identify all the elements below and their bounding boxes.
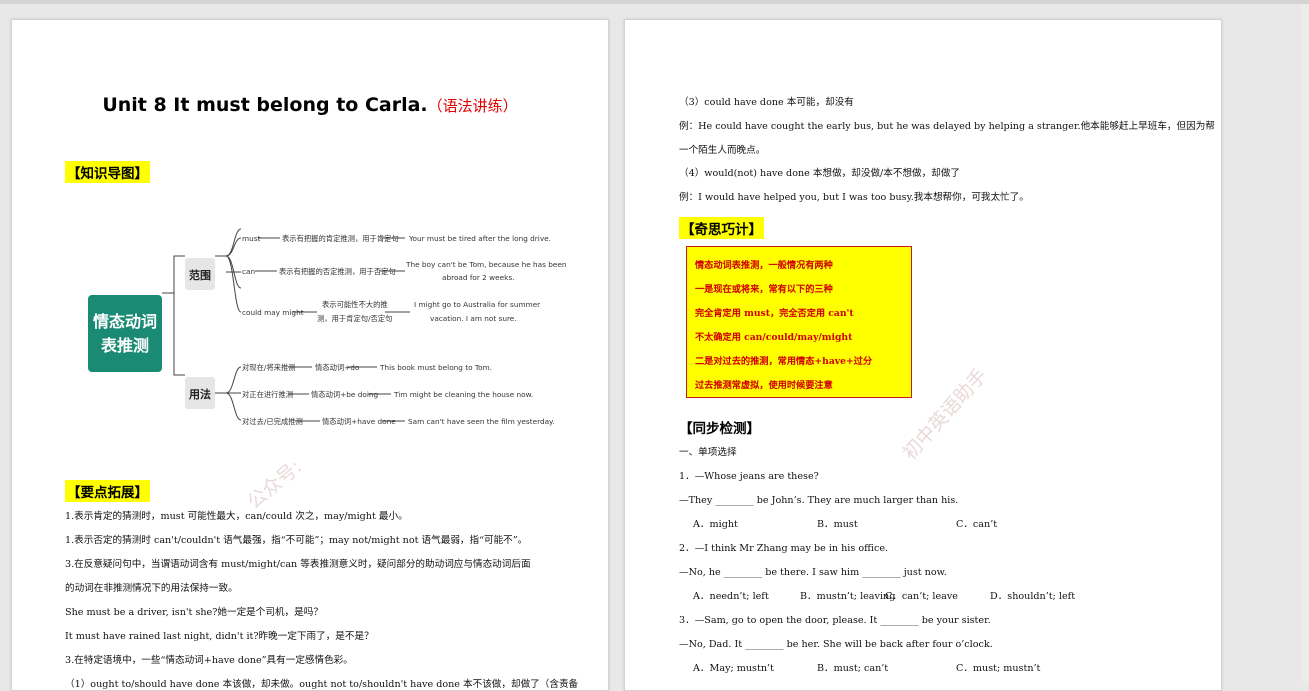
document-page-1: Unit 8 It must belong to Carla.（语法讲练） 【知…: [11, 19, 609, 691]
text-line-3: 一个陌生人而晚点。: [679, 145, 766, 156]
tip-line-3: 完全肯定用 must，完全否定用 can't: [695, 308, 854, 319]
mm-could-example-2: vacation. I am not sure.: [430, 314, 517, 323]
mm-could-example-1: I might go to Australia for summer: [414, 300, 540, 309]
q1-line: —They ________ be John’s. They are much …: [679, 495, 959, 506]
mm-could-desc-1: 表示可能性不大的推: [322, 300, 388, 309]
q1-stem: 1．—Whose jeans are these?: [679, 471, 819, 482]
mm-can-label: can: [242, 267, 255, 276]
mm-can-example-2: abroad for 2 weeks.: [442, 273, 514, 282]
mm-usage1-form: 情态动词+do: [315, 363, 360, 372]
q2-option-d[interactable]: D．shouldn’t; left: [990, 591, 1075, 603]
mm-must-desc: 表示有把握的肯定推测，用于肯定句: [282, 234, 399, 243]
point-line-4: 的动词在非推测情况下的用法保持一致。: [65, 583, 238, 594]
q1-option-c[interactable]: C．can’t: [956, 519, 997, 531]
mm-can-example-1: The boy can't be Tom, because he has bee…: [405, 260, 567, 269]
mm-must-label: must: [242, 234, 261, 243]
tip-line-6: 过去推测常虚拟，使用时候要注意: [695, 380, 833, 391]
mm-usage3-form: 情态动词+have done: [322, 417, 396, 426]
mm-usage1-example: This book must belong to Tom.: [379, 363, 492, 372]
branch-usage-label: 用法: [189, 387, 211, 401]
q1-option-a[interactable]: A．might: [693, 519, 738, 531]
q3-option-a[interactable]: A．May; mustn’t: [693, 663, 774, 675]
mm-must-example: Your must be tired after the long drive.: [408, 234, 551, 243]
q3-stem: 3．—Sam, go to open the door, please. It …: [679, 615, 991, 626]
mm-usage2-example: Tim might be cleaning the house now.: [393, 390, 533, 399]
section-heading-test: 【同步检测】: [679, 421, 760, 437]
window-top-bar: [0, 0, 1309, 4]
point-line-1: 1.表示肯定的猜测时，must 可能性最大，can/could 次之，may/m…: [65, 511, 408, 522]
point-line-2: 1.表示否定的猜测时 can't/couldn't 语气最强，指“不可能”；ma…: [65, 535, 528, 546]
text-line-1: （3）could have done 本可能，却没有: [679, 97, 854, 108]
point-line-8: （1）ought to/should have done 本该做，却未做。oug…: [65, 679, 579, 690]
text-line-2: 例：He could have cought the early bus, bu…: [679, 121, 1215, 132]
tip-line-4: 不太确定用 can/could/may/might: [695, 332, 853, 343]
tip-line-5: 二是对过去的推测，常用情态+have+过分: [695, 356, 873, 367]
part-one-heading: 一、单项选择: [679, 447, 737, 458]
vertical-scrollbar[interactable]: [1301, 4, 1309, 682]
watermark-text-1: 公众号:: [243, 455, 307, 514]
point-line-7: 3.在特定语境中，一些“情态动词+have done”具有一定感情色彩。: [65, 655, 353, 666]
mm-could-desc-2: 测，用于肯定句/否定句: [317, 314, 392, 323]
point-line-3: 3.在反意疑问句中，当谓语动词含有 must/might/can 等表推测意义时…: [65, 559, 531, 570]
mm-usage3-label: 对过去/已完成推测: [242, 417, 303, 426]
q2-stem: 2．—I think Mr Zhang may be in his office…: [679, 543, 889, 554]
document-page-2: （3）could have done 本可能，却没有 例：He could ha…: [624, 19, 1222, 691]
mindmap-center-node: [88, 295, 162, 372]
branch-scope-label: 范围: [189, 268, 211, 282]
mm-usage2-form: 情态动词+be doing: [311, 390, 378, 399]
tip-line-2: 一是现在或将来，常有以下的三种: [695, 284, 833, 295]
q2-option-c[interactable]: C．can’t; leave: [885, 591, 958, 603]
mindmap-center-line2: 表推测: [100, 336, 149, 355]
point-line-5: She must be a driver, isn't she?她一定是个司机，…: [65, 607, 323, 618]
mind-map: 情态动词 表推测 范围 用法 must 表示有把握的肯定推测，用于肯定句 You…: [88, 228, 567, 426]
text-line-4: （4）would(not) have done 本想做，却没做/本不想做，却做了: [679, 168, 961, 179]
mm-usage3-example: Sam can't have seen the film yesterday.: [408, 417, 555, 426]
tip-line-1: 情态动词表推测，一般情况有两种: [695, 260, 833, 271]
tips-box: 情态动词表推测，一般情况有两种 一是现在或将来，常有以下的三种 完全肯定用 mu…: [686, 246, 912, 398]
q2-line: —No, he ________ be there. I saw him ___…: [679, 567, 947, 578]
q2-option-b[interactable]: B．mustn’t; leaving: [800, 591, 895, 603]
mm-can-desc: 表示有把握的否定推测，用于否定句: [279, 267, 396, 276]
q1-option-b[interactable]: B．must: [817, 519, 858, 531]
text-line-5: 例：I would have helped you, but I was too…: [679, 192, 1029, 203]
mindmap-center-line1: 情态动词: [93, 312, 157, 331]
section-heading-tips: 【奇思巧计】: [679, 217, 764, 239]
mm-could-label: could may might: [242, 308, 304, 317]
mm-usage2-label: 对正在进行推测: [242, 390, 293, 399]
point-line-6: It must have rained last night, didn't i…: [65, 631, 374, 642]
q3-line: —No, Dad. It ________ be her. She will b…: [679, 639, 993, 650]
section-heading-points: 【要点拓展】: [65, 480, 150, 502]
q3-option-b[interactable]: B．must; can’t: [817, 663, 888, 675]
q2-option-a[interactable]: A．needn’t; left: [693, 591, 769, 603]
mm-usage1-label: 对现在/将来推测: [242, 363, 296, 372]
q3-option-c[interactable]: C．must; mustn’t: [956, 663, 1040, 675]
